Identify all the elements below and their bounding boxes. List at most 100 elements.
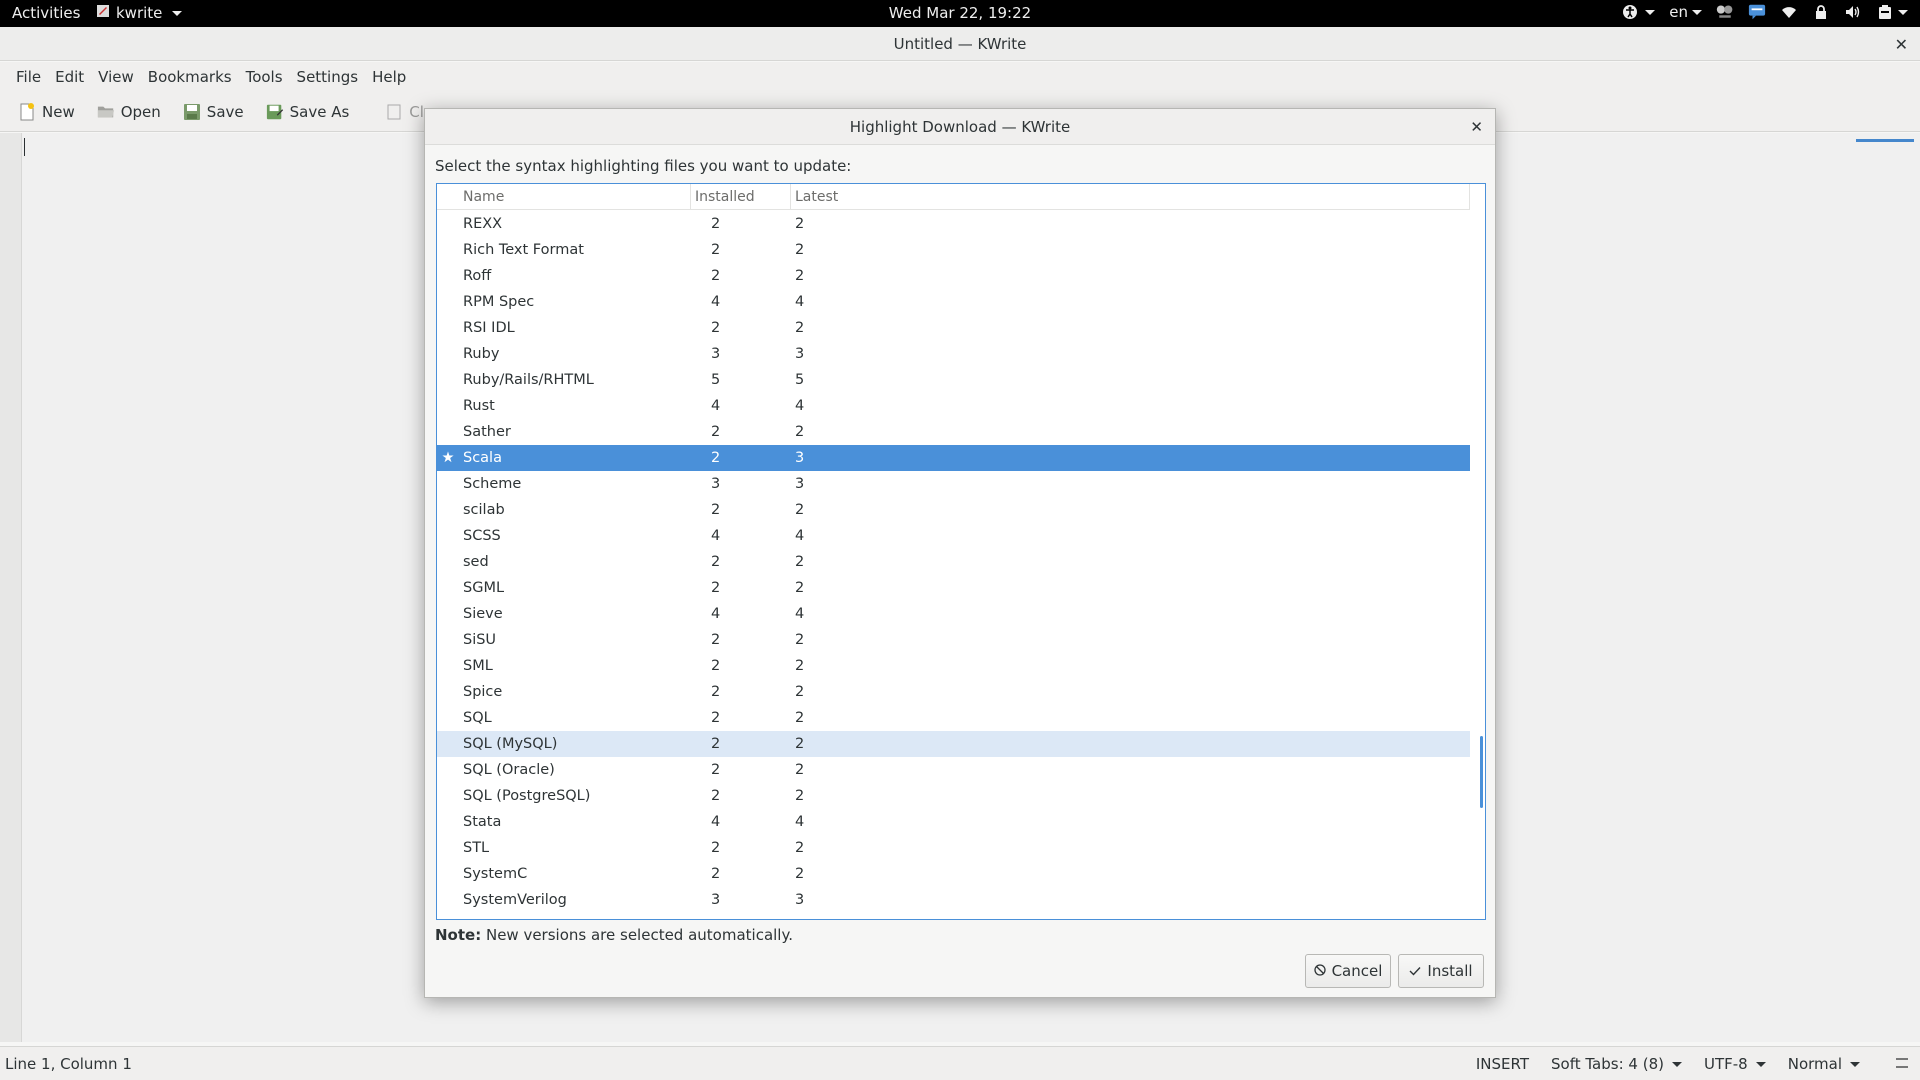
row-name: Rust [463, 398, 495, 414]
open-button[interactable]: Open [91, 100, 167, 124]
table-row[interactable]: SQL (Oracle) 2 2 [437, 757, 1470, 783]
row-name: STL [463, 840, 490, 856]
row-latest-version: 5 [795, 372, 805, 388]
table-row[interactable]: Sather 2 2 [437, 419, 1470, 445]
menu-view[interactable]: View [91, 68, 141, 86]
row-latest-version: 2 [795, 554, 805, 570]
table-row[interactable]: REXX 2 2 [437, 211, 1470, 237]
table-row[interactable]: Sieve 4 4 [437, 601, 1470, 627]
table-row[interactable]: SQL 2 2 [437, 705, 1470, 731]
row-name: Rich Text Format [463, 242, 584, 258]
system-menu[interactable] [1876, 3, 1908, 21]
header-name[interactable]: Name [459, 184, 691, 210]
volume-icon[interactable] [1844, 3, 1862, 21]
table-row[interactable]: SystemVerilog 3 3 [437, 887, 1470, 913]
language-selector[interactable]: en [1669, 3, 1702, 21]
clock[interactable]: Wed Mar 22, 19:22 [889, 4, 1031, 22]
table-row[interactable]: Roff 2 2 [437, 263, 1470, 289]
chevron-down-icon [1755, 1062, 1766, 1067]
header-mark-column [437, 184, 459, 210]
table-row[interactable]: Ruby 3 3 [437, 341, 1470, 367]
dialog-close-icon[interactable]: ✕ [1470, 118, 1483, 136]
table-row[interactable]: Spice 2 2 [437, 679, 1470, 705]
save-as-button[interactable]: Save As [260, 100, 356, 124]
table-row[interactable]: SystemC 2 2 [437, 861, 1470, 887]
vertical-scrollbar[interactable] [1480, 736, 1483, 808]
row-latest-version: 2 [795, 736, 805, 752]
chevron-down-icon [1692, 9, 1702, 15]
row-latest-version: 3 [795, 450, 805, 466]
new-document-icon [18, 102, 36, 121]
lock-icon[interactable] [1812, 3, 1830, 21]
chat-icon[interactable] [1748, 3, 1766, 21]
highlight-files-list[interactable]: Name Installed Latest REXX 2 2 Rich Text Fo… [436, 183, 1486, 920]
table-row[interactable]: SGML 2 2 [437, 575, 1470, 601]
menu-file[interactable]: File [9, 68, 48, 86]
new-button[interactable]: New [12, 100, 81, 124]
table-row[interactable]: Rust 4 4 [437, 393, 1470, 419]
row-installed-version: 3 [711, 892, 721, 908]
cancel-button[interactable]: Cancel [1305, 954, 1391, 988]
row-installed-version: 2 [711, 450, 721, 466]
dialog-title: Highlight Download — KWrite [425, 109, 1495, 145]
row-name: Ruby/Rails/RHTML [463, 372, 594, 388]
save-as-icon [266, 103, 284, 121]
window-close-icon[interactable]: ✕ [1895, 35, 1908, 54]
table-row[interactable]: RPM Spec 4 4 [437, 289, 1470, 315]
table-row[interactable]: ★ Scala 2 3 [437, 445, 1470, 471]
app-menu[interactable]: kwrite [96, 4, 183, 22]
install-button[interactable]: Install [1398, 954, 1484, 988]
row-latest-version: 2 [795, 580, 805, 596]
accessibility-icon[interactable] [1621, 3, 1639, 21]
row-name: SGML [463, 580, 505, 596]
row-installed-version: 2 [711, 684, 721, 700]
row-name: Stata [463, 814, 502, 830]
highlight-mode-selector[interactable]: Normal [1788, 1055, 1860, 1073]
highlight-download-dialog: Highlight Download — KWrite ✕ Select the… [424, 108, 1496, 998]
status-menu-icon[interactable] [1896, 1058, 1908, 1068]
table-row[interactable]: SQL (PostgreSQL) 2 2 [437, 783, 1470, 809]
input-mode[interactable]: INSERT [1476, 1055, 1529, 1073]
row-name: SiSU [463, 632, 497, 648]
row-installed-version: 2 [711, 320, 721, 336]
table-row[interactable]: SML 2 2 [437, 653, 1470, 679]
menu-settings[interactable]: Settings [290, 68, 366, 86]
indentation-label: Soft Tabs: 4 (8) [1551, 1055, 1664, 1073]
save-as-label: Save As [289, 102, 350, 121]
table-row[interactable]: Stata 4 4 [437, 809, 1470, 835]
table-row[interactable]: Rich Text Format 2 2 [437, 237, 1470, 263]
table-row[interactable]: STL 2 2 [437, 835, 1470, 861]
install-label: Install [1427, 962, 1473, 980]
table-row[interactable]: SCSS 4 4 [437, 523, 1470, 549]
table-row[interactable]: scilab 2 2 [437, 497, 1470, 523]
menu-tools[interactable]: Tools [239, 68, 290, 86]
table-row[interactable]: SQL (MySQL) 2 2 [437, 731, 1470, 757]
row-name: sed [463, 554, 489, 570]
dialog-note: Note: New versions are selected automati… [435, 926, 793, 944]
row-latest-version: 2 [795, 840, 805, 856]
row-name: Scheme [463, 476, 522, 492]
battery-indicator-icon[interactable] [1716, 3, 1734, 21]
menu-bookmarks[interactable]: Bookmarks [141, 68, 239, 86]
table-row[interactable]: sed 2 2 [437, 549, 1470, 575]
row-latest-version: 2 [795, 424, 805, 440]
header-installed[interactable]: Installed [691, 184, 791, 210]
row-installed-version: 3 [711, 346, 721, 362]
indentation-selector[interactable]: Soft Tabs: 4 (8) [1551, 1055, 1682, 1073]
table-row[interactable]: SiSU 2 2 [437, 627, 1470, 653]
row-latest-version: 3 [795, 892, 805, 908]
row-name: REXX [463, 216, 503, 232]
activities-button[interactable]: Activities [12, 4, 80, 22]
wifi-icon[interactable] [1780, 3, 1798, 21]
row-latest-version: 2 [795, 320, 805, 336]
menu-help[interactable]: Help [365, 68, 413, 86]
table-row[interactable]: Scheme 3 3 [437, 471, 1470, 497]
table-row[interactable]: Ruby/Rails/RHTML 5 5 [437, 367, 1470, 393]
table-row[interactable]: RSI IDL 2 2 [437, 315, 1470, 341]
encoding-selector[interactable]: UTF-8 [1704, 1055, 1766, 1073]
save-button[interactable]: Save [177, 100, 250, 124]
list-rows: REXX 2 2 Rich Text Format 2 2 Roff 2 2 RPM Spec 4 4… [437, 211, 1470, 913]
menu-edit[interactable]: Edit [48, 68, 91, 86]
header-latest[interactable]: Latest [791, 184, 1470, 210]
row-installed-version: 5 [711, 372, 721, 388]
